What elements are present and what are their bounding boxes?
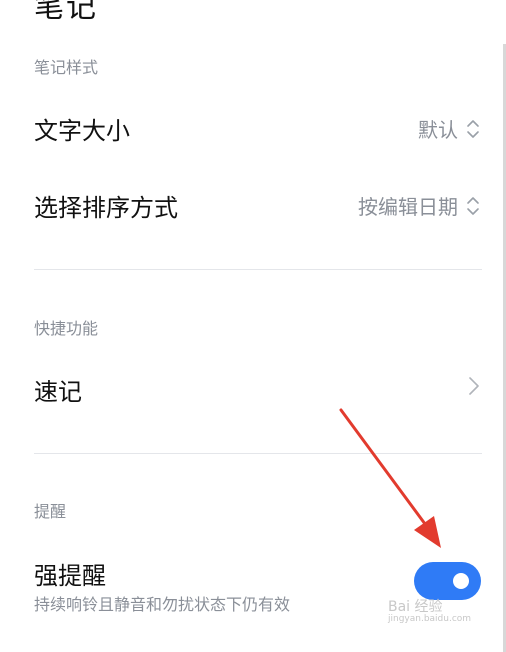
watermark: Bai 经验 jingyan.baidu.com (388, 599, 472, 625)
annotation-arrow-icon (339, 408, 441, 548)
watermark-url: jingyan.baidu.com (388, 614, 472, 625)
settings-page: 笔记 笔记样式 文字大小 默认 选择排序方式 按编辑日期 快捷功能 速记 提醒 … (0, 0, 506, 652)
watermark-text: Bai 经验 (388, 599, 443, 615)
